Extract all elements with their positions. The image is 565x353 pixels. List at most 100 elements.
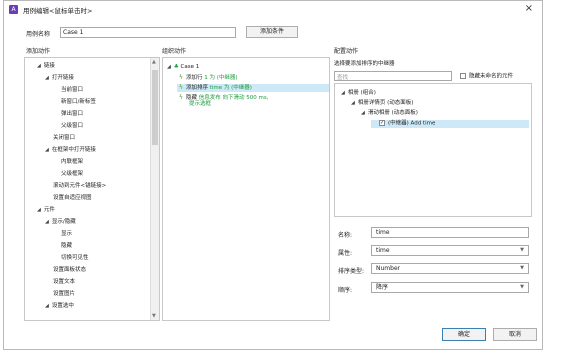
action-tree-item[interactable]: ◢ 显示/隐藏	[45, 219, 76, 226]
action-tree-item[interactable]: 弹出窗口	[61, 111, 83, 118]
action-tree-item[interactable]: 设置图片	[53, 291, 75, 298]
action-tree-label: 打开链接	[51, 75, 74, 81]
action-tree-label: 链接	[43, 63, 55, 69]
order-select[interactable]: 降序 ▼	[371, 282, 529, 293]
action-tree-label: 切换可见性	[61, 255, 89, 261]
configure-action-header: 配置动作	[334, 48, 359, 55]
window-title: 用例编辑<鼠标单击时>	[23, 7, 93, 15]
action-tree-label: 关闭窗口	[53, 135, 76, 141]
action-tree-label: 内联框架	[61, 159, 84, 165]
hide-unnamed-label: 隐藏未命名的元件	[469, 73, 514, 80]
tree-node-label: 滑动相册 (动态面板)	[367, 110, 418, 116]
action-tree-item[interactable]: 新窗口/新标签	[61, 99, 96, 106]
action-tree-item[interactable]: 切换可见性	[61, 255, 89, 262]
action-tree-item[interactable]: 当前窗口	[61, 87, 83, 94]
action-prefix: 添加行	[185, 75, 205, 81]
action-tree-label: 显示/隐藏	[51, 219, 76, 225]
repeater-search-input[interactable]: 查找	[334, 71, 452, 81]
add-action-header: 添加动作	[26, 48, 51, 55]
lightning-icon: ϟ	[179, 74, 183, 81]
action-tree-label: 设置面板状态	[53, 267, 87, 273]
action-tree-item[interactable]: ◢ 链接	[37, 63, 55, 70]
action-tree-label: 设置自适应视图	[53, 195, 92, 201]
sort-type-value: Number	[376, 265, 401, 272]
action-row-add-sort[interactable]: ϟ 添加排序 time 为 (中继器)	[177, 84, 329, 92]
attribute-label: 属性:	[338, 250, 353, 257]
sort-type-select[interactable]: Number ▼	[371, 263, 529, 274]
add-condition-button[interactable]: 添加条件	[246, 26, 298, 38]
action-tree-item[interactable]: ◢ 打开链接	[45, 75, 74, 82]
collapse-icon: ◢	[167, 64, 171, 70]
tree-node-label: 相册 (组合)	[347, 90, 376, 96]
action-tree-item[interactable]: 设置文本	[53, 279, 75, 286]
collapse-icon[interactable]: ◢	[37, 207, 41, 213]
attribute-value: time	[376, 247, 390, 254]
chevron-down-icon: ▼	[520, 247, 524, 253]
sort-name-input[interactable]: time	[371, 227, 529, 238]
title-bar: A 用例编辑<鼠标单击时> ×	[4, 1, 542, 19]
case-name-input[interactable]: Case 1	[60, 27, 236, 38]
action-tree-item[interactable]: 设置面板状态	[53, 267, 86, 274]
configure-panel: 选择要添加排序的中继器 查找 隐藏未命名的元件 ◢ 相册 (组合) ◢ 相册详情页 …	[332, 57, 537, 217]
ok-button[interactable]: 确定	[442, 328, 486, 341]
cancel-button[interactable]: 取消	[493, 328, 537, 341]
case-icon: ♣	[173, 64, 181, 70]
action-row-add-row[interactable]: ϟ 添加行 1 为 (中继器)	[179, 74, 238, 82]
close-icon[interactable]: ×	[525, 3, 533, 14]
action-tree-item[interactable]: 父级框架	[61, 171, 83, 178]
action-tree-item[interactable]: 关闭窗口	[53, 135, 75, 142]
action-tree-label: 弹出窗口	[61, 111, 84, 117]
collapse-icon[interactable]: ◢	[45, 75, 49, 81]
action-tree-item[interactable]: ◢ 元件	[37, 207, 55, 214]
tree-node-label: 相册详情页 (动态面板)	[357, 100, 414, 106]
app-icon: A	[9, 5, 18, 14]
search-placeholder: 查找	[337, 75, 349, 81]
tree-node-repeater[interactable]: ✓ (中继器) Add time	[371, 120, 529, 128]
organize-action-header: 组织动作	[162, 48, 187, 55]
action-tree-item[interactable]: 滚动到元件<锚链接>	[53, 183, 106, 190]
organize-action-panel: ◢ ♣ Case 1 ϟ 添加行 1 为 (中继器) ϟ 添加排序 time 为 (中…	[162, 57, 330, 321]
attribute-select[interactable]: time ▼	[371, 245, 529, 256]
case-name-label: 用例名称	[26, 31, 51, 38]
case-label: Case 1	[180, 64, 200, 70]
collapse-icon: ◢	[351, 100, 355, 106]
action-tree-item[interactable]: 隐藏	[61, 243, 72, 250]
tree-node-album-detail[interactable]: ◢ 相册详情页 (动态面板)	[351, 100, 413, 107]
collapse-icon[interactable]: ◢	[45, 303, 49, 309]
sort-type-label: 排序类型:	[338, 268, 365, 275]
action-tree-item[interactable]: 显示	[61, 231, 72, 238]
scroll-thumb[interactable]	[152, 70, 158, 145]
action-tree-item[interactable]: 父级窗口	[61, 123, 83, 130]
lightning-icon: ϟ	[179, 94, 183, 101]
lightning-icon: ϟ	[179, 84, 183, 91]
collapse-icon[interactable]: ◢	[45, 219, 49, 225]
name-label: 名称:	[338, 232, 353, 239]
action-tree-label: 显示	[61, 231, 73, 237]
action-tree-label: 滚动到元件<锚链接>	[53, 183, 107, 189]
action-tree-item[interactable]: ◢ 在框架中打开链接	[45, 147, 96, 154]
checked-icon[interactable]: ✓	[379, 120, 385, 126]
action-tree-item[interactable]: ◢ 设置选中	[45, 303, 74, 310]
hide-unnamed-checkbox[interactable]: 隐藏未命名的元件	[460, 73, 513, 81]
collapse-icon: ◢	[361, 110, 365, 116]
configure-prompt: 选择要添加排序的中继器	[334, 61, 395, 67]
chevron-down-icon: ▼	[520, 265, 524, 271]
action-tree-item[interactable]: 内联框架	[61, 159, 83, 166]
scroll-up-icon[interactable]: ▲	[152, 59, 156, 65]
action-tree-label: 父级窗口	[61, 123, 84, 129]
collapse-icon[interactable]: ◢	[45, 147, 49, 153]
action-tree-label: 元件	[43, 207, 55, 213]
collapse-icon[interactable]: ◢	[37, 63, 41, 69]
action-detail: 1 为 (中继器)	[204, 75, 238, 81]
order-label: 顺序:	[338, 287, 353, 294]
chevron-down-icon: ▼	[520, 284, 524, 290]
action-detail: time 为 (中继器)	[209, 85, 252, 91]
action-tree-label: 在框架中打开链接	[51, 147, 96, 153]
tree-node-sliding-album[interactable]: ◢ 滑动相册 (动态面板)	[361, 110, 418, 117]
action-tree-item[interactable]: 设置自适应视图	[53, 195, 92, 202]
case-row[interactable]: ◢ ♣ Case 1	[167, 64, 199, 71]
tree-node-album-group[interactable]: ◢ 相册 (组合)	[341, 90, 376, 97]
action-tree-label: 设置文本	[53, 279, 76, 285]
scroll-down-icon[interactable]: ▼	[152, 313, 156, 319]
actions-scrollbar[interactable]: ▲ ▼	[150, 58, 159, 320]
